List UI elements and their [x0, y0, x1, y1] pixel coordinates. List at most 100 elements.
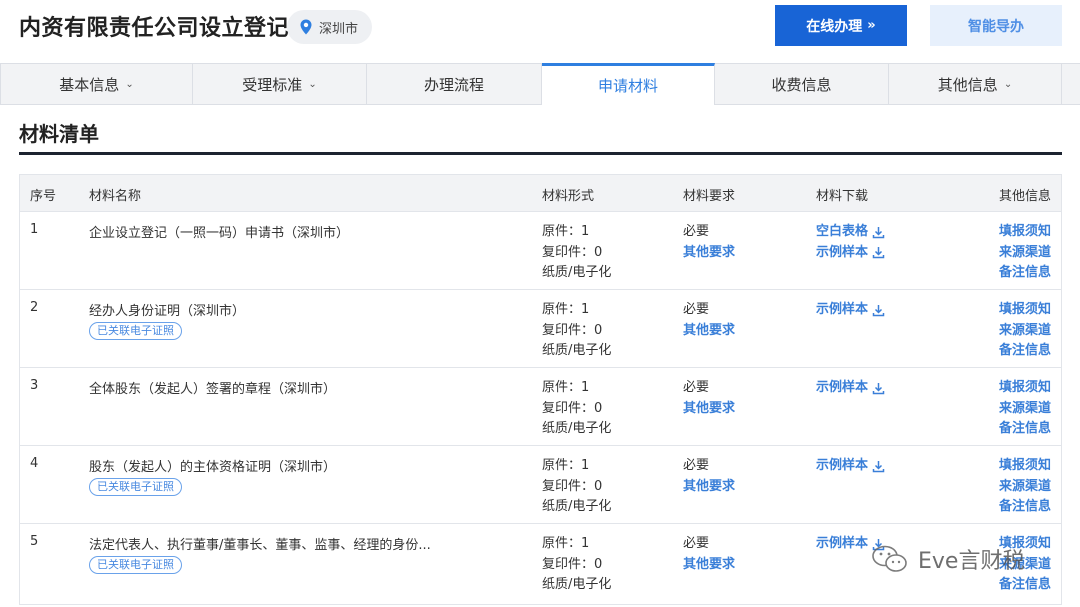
download-link[interactable]: 示例样本	[816, 243, 885, 264]
tab-basic-info[interactable]: 基本信息 ⌄	[0, 64, 193, 104]
material-download: 示例样本	[816, 300, 885, 321]
other-info-link[interactable]: 来源渠道	[999, 243, 1051, 264]
location-chip[interactable]: 深圳市	[287, 10, 373, 44]
other-info-link[interactable]: 填报须知	[999, 456, 1051, 477]
form-line: 复印件：0	[542, 478, 603, 494]
other-info: 填报须知 来源渠道 备注信息	[999, 300, 1051, 362]
other-info-link[interactable]: 备注信息	[999, 341, 1051, 362]
download-label: 示例样本	[816, 302, 869, 317]
tab-label: 申请材料	[597, 77, 658, 95]
form-line: 复印件：0	[542, 556, 603, 572]
tab-fee-info[interactable]: 收费信息	[715, 64, 889, 104]
table-row: 3 全体股东（发起人）签署的章程（深圳市） 原件：1 复印件：0 纸质/电子化 必要其他要…	[20, 368, 1061, 446]
column-header: 材料要求	[683, 189, 736, 204]
other-info-link[interactable]: 备注信息	[999, 497, 1051, 518]
online-apply-label: 在线办理	[806, 18, 863, 35]
form-line: 原件：1	[542, 224, 590, 239]
material-name: 经办人身份证明（深圳市）	[89, 304, 246, 319]
column-header: 材料形式	[542, 189, 595, 204]
material-form: 原件：1 复印件：0 纸质/电子化	[542, 300, 611, 362]
table-row: 2 经办人身份证明（深圳市） 已关联电子证照 原件：1 复印件：0 纸质/电子化 必要 其他要…	[20, 290, 1061, 368]
required-label: 必要	[683, 536, 710, 551]
required-label: 必要	[683, 224, 710, 239]
download-icon	[872, 226, 885, 238]
tab-process[interactable]: 办理流程	[367, 64, 542, 104]
other-info-link[interactable]: 备注信息	[999, 575, 1051, 596]
material-requirement: 必要 其他要求	[683, 534, 735, 575]
tab-application-materials[interactable]: 申请材料	[542, 63, 715, 105]
download-label: 空白表格	[816, 224, 869, 239]
form-line: 纸质/电子化	[542, 343, 612, 358]
download-icon	[872, 304, 885, 316]
download-label: 示例样本	[816, 458, 869, 473]
material-name: 法定代表人、执行董事/董事长、董事、监事、经理的身份...	[89, 538, 431, 553]
other-info-link[interactable]: 备注信息	[999, 419, 1051, 440]
materials-table: 序号 材料名称 材料形式 材料要求 材料下载 其他信息 1 企业设立登记（一照一码…	[19, 174, 1062, 605]
form-line: 复印件：0	[542, 244, 603, 260]
other-info-link[interactable]: 来源渠道	[999, 477, 1051, 498]
other-info-link[interactable]: 填报须知	[999, 300, 1051, 321]
chevron-down-icon: ⌄	[1003, 78, 1013, 90]
row-number: 3	[30, 378, 39, 393]
e-license-badge[interactable]: 已关联电子证照	[89, 322, 182, 340]
tab-label: 受理标准	[242, 75, 303, 94]
e-license-badge[interactable]: 已关联电子证照	[89, 478, 182, 496]
other-info-link[interactable]: 备注信息	[999, 263, 1051, 284]
other-info-link[interactable]: 来源渠道	[999, 399, 1051, 420]
form-line: 复印件：0	[542, 322, 603, 338]
form-line: 原件：1	[542, 536, 590, 551]
double-chevron-right-icon: »	[867, 18, 876, 33]
e-license-badge[interactable]: 已关联电子证照	[89, 556, 182, 574]
material-form: 原件：1 复印件：0 纸质/电子化	[542, 456, 611, 518]
other-requirements-link[interactable]: 其他要求	[683, 477, 735, 498]
tab-other-info[interactable]: 其他信息 ⌄	[889, 64, 1062, 104]
other-info: 填报须知 来源渠道 备注信息	[999, 456, 1051, 518]
required-label: 必要	[683, 380, 710, 395]
other-info-link[interactable]: 填报须知	[999, 378, 1051, 399]
material-name: 股东（发起人）的主体资格证明（深圳市）	[89, 460, 337, 475]
tab-label: 办理流程	[423, 75, 484, 94]
chevron-down-icon: ⌄	[125, 78, 134, 90]
smart-guide-button[interactable]: 智能导办	[930, 5, 1062, 46]
material-requirement: 必要 其他要求	[683, 222, 735, 263]
column-header: 材料名称	[89, 189, 142, 204]
other-requirements-link[interactable]: 其他要求	[683, 555, 735, 576]
form-line: 复印件：0	[542, 400, 603, 416]
form-line: 纸质/电子化	[542, 499, 612, 514]
table-row: 1 企业设立登记（一照一码）申请书（深圳市） 原件：1 复印件：0 纸质/电子化 必要 其他…	[20, 212, 1061, 290]
tab-acceptance-criteria[interactable]: 受理标准 ⌄	[193, 64, 367, 104]
required-label: 必要	[683, 458, 710, 473]
download-link[interactable]: 示例样本	[816, 378, 885, 399]
material-form: 原件：1 复印件：0 纸质/电子化	[542, 222, 611, 284]
form-line: 原件：1	[542, 302, 590, 317]
table-header: 序号 材料名称 材料形式 材料要求 材料下载 其他信息	[20, 175, 1061, 212]
download-link[interactable]: 示例样本	[816, 456, 885, 477]
download-link[interactable]: 示例样本	[816, 300, 885, 321]
download-icon	[872, 247, 885, 259]
other-info-link[interactable]: 来源渠道	[999, 321, 1051, 342]
tab-bar: 基本信息 ⌄ 受理标准 ⌄ 办理流程 申请材料 收费信息 其他信息 ⌄	[0, 63, 1080, 105]
other-info: 填报须知 来源渠道 备注信息	[999, 222, 1051, 284]
form-line: 纸质/电子化	[542, 421, 612, 436]
material-name: 全体股东（发起人）签署的章程（深圳市）	[89, 382, 337, 397]
tab-label: 收费信息	[771, 75, 832, 94]
material-requirement: 必要 其他要求	[683, 300, 735, 341]
form-line: 原件：1	[542, 458, 590, 473]
material-download: 示例样本	[816, 378, 885, 399]
download-icon	[872, 460, 885, 472]
other-info-link[interactable]: 填报须知	[999, 222, 1051, 243]
download-icon	[872, 382, 885, 394]
map-pin-icon	[300, 19, 312, 35]
row-number: 1	[30, 222, 39, 237]
material-requirement: 必要 其他要求	[683, 456, 735, 497]
column-header: 序号	[30, 189, 57, 204]
material-requirement: 必要 其他要求	[683, 378, 735, 419]
online-apply-button[interactable]: 在线办理 »	[775, 5, 907, 46]
material-form: 原件：1 复印件：0 纸质/电子化	[542, 378, 611, 440]
other-requirements-link[interactable]: 其他要求	[683, 243, 735, 264]
download-link[interactable]: 空白表格	[816, 222, 885, 243]
form-line: 原件：1	[542, 380, 590, 395]
download-label: 示例样本	[816, 536, 869, 551]
other-requirements-link[interactable]: 其他要求	[683, 321, 735, 342]
other-requirements-link[interactable]: 其他要求	[683, 399, 735, 420]
